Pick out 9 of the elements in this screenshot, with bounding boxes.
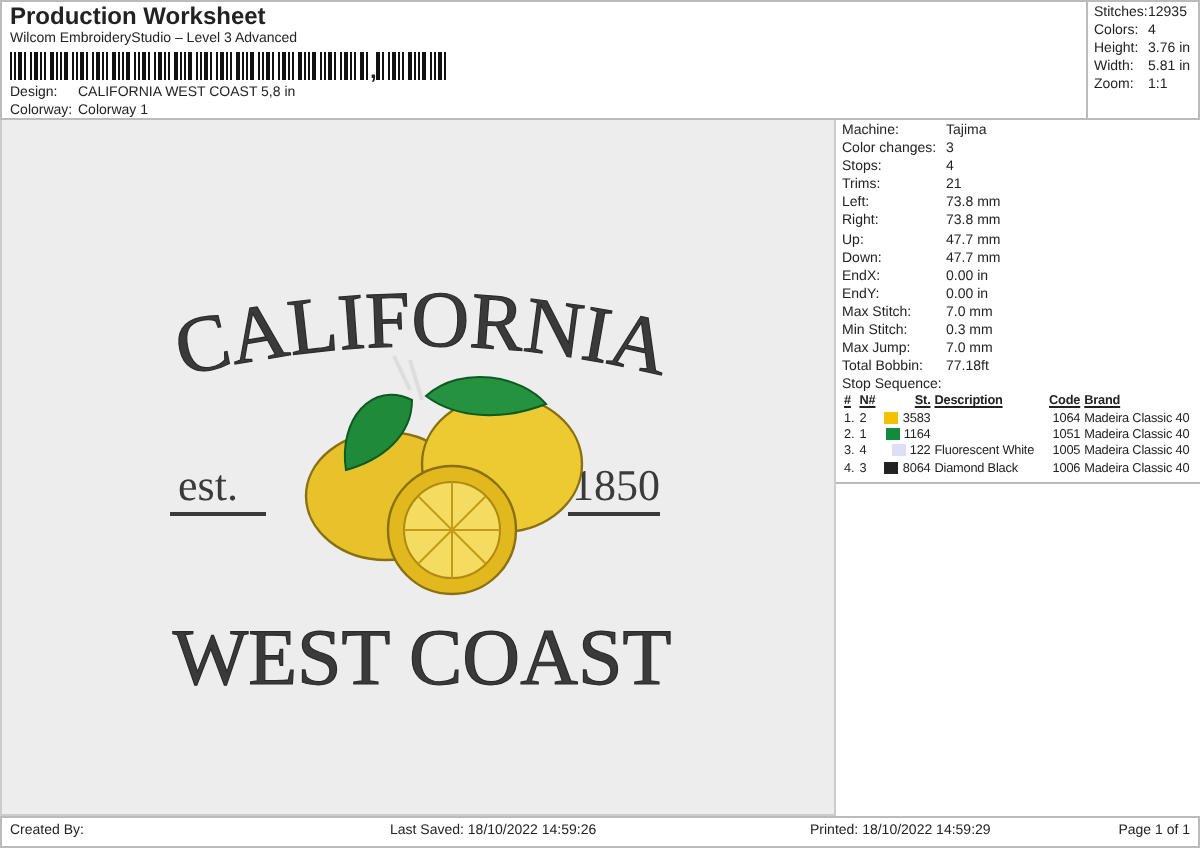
design-est-text: est. [178,460,238,510]
barcode-comma: , [370,60,377,81]
design-arch-text: CALIFORNIA [166,273,678,394]
design-year-text: 1850 [572,460,660,510]
underline-rule [170,512,266,516]
underline-rule [568,512,660,516]
barcode-drawing [376,52,451,81]
design-bottom-text: WEST COAST [172,612,672,702]
worksheet-title: Production Worksheet [10,4,268,31]
